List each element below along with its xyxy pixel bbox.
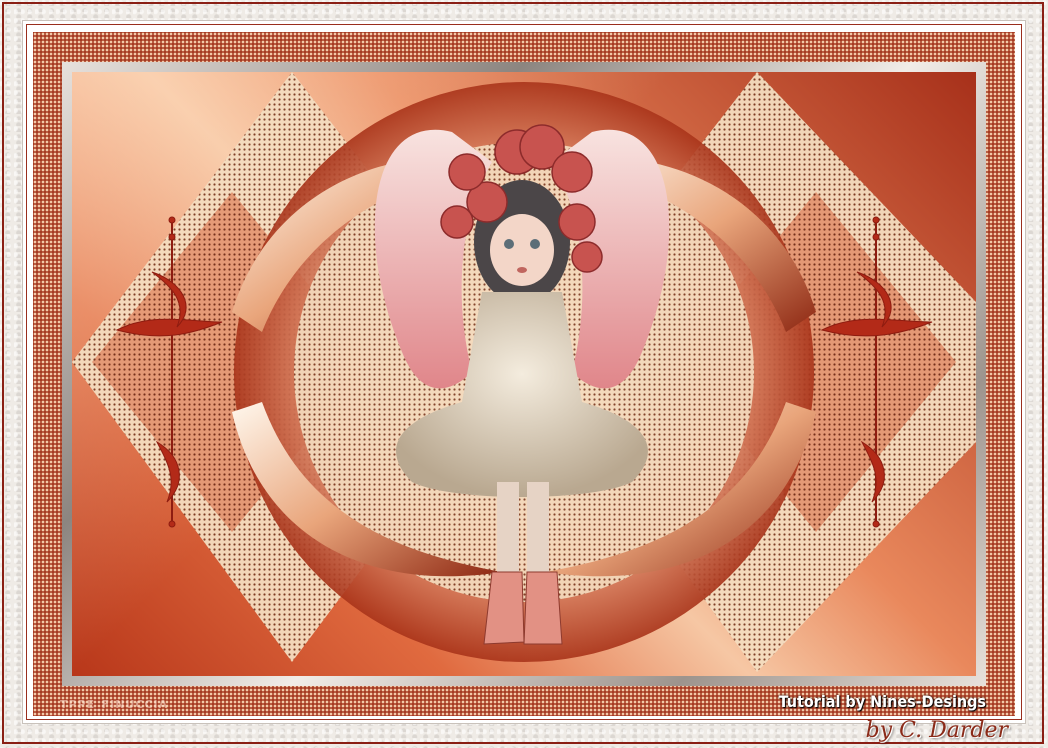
tutorial-credit: Tutorial by Nines-Desings (778, 692, 986, 711)
artwork-scene (72, 72, 976, 676)
scene-graphics (72, 72, 976, 672)
artist-signature: by C. Darder (865, 718, 1008, 743)
watermark: TPPE_FINUCCIA (60, 698, 169, 711)
artwork-canvas: TPPE_FINUCCIA Tutorial by Nines-Desings … (0, 0, 1048, 748)
